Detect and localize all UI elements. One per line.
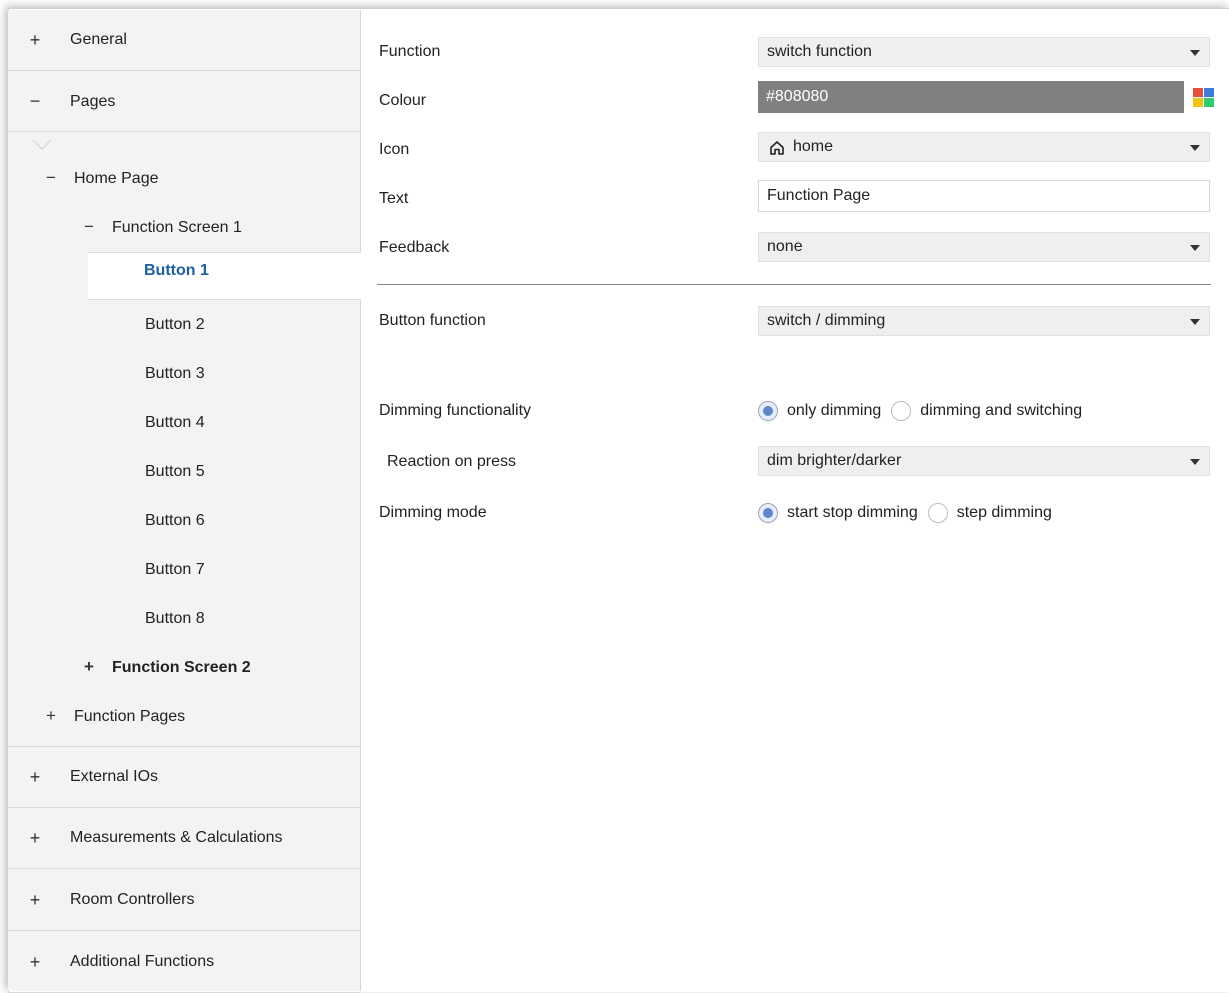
tree-item-button-2[interactable]: Button 2 — [145, 311, 205, 339]
collapse-icon: − — [29, 90, 41, 111]
tree-item-button-8[interactable]: Button 8 — [145, 605, 205, 633]
expand-icon: + — [29, 951, 41, 972]
sidebar-section-label: External IOs — [70, 768, 159, 785]
radio-only-dimming[interactable] — [758, 401, 778, 421]
sidebar-section-label: Additional Functions — [70, 953, 215, 970]
radio-label: step dimming — [956, 504, 1052, 521]
icon-value: home — [793, 138, 834, 155]
parameter-panel: Function switch function Colour #808080 … — [361, 10, 1229, 991]
section-pointer — [32, 139, 52, 150]
sidebar-section-label: Pages — [70, 93, 116, 110]
chevron-down-icon — [1190, 319, 1200, 325]
expand-icon: + — [46, 706, 56, 725]
expand-icon: + — [29, 889, 41, 910]
dimming-mode-radio-group: start stop dimming step dimming — [758, 499, 1062, 527]
tree-item-label: Function Screen 1 — [112, 219, 242, 236]
tree-item-label: Home Page — [74, 170, 159, 187]
home-icon — [770, 141, 784, 155]
radio-label: dimming and switching — [920, 402, 1083, 419]
sidebar-section-additional-functions[interactable]: + Additional Functions — [8, 932, 360, 993]
color-palette-icon[interactable] — [1193, 88, 1215, 108]
collapse-icon: − — [46, 168, 56, 187]
chevron-down-icon — [1190, 50, 1200, 56]
feedback-label: Feedback — [379, 239, 450, 256]
tree-item-home-page[interactable]: − Home Page — [44, 164, 159, 192]
sidebar-section-pages[interactable]: − Pages — [8, 71, 360, 132]
expand-icon: + — [84, 657, 94, 676]
function-value: switch function — [767, 43, 872, 60]
tree-item-button-4[interactable]: Button 4 — [145, 409, 205, 437]
dimming-functionality-radio-group: only dimming dimming and switching — [758, 397, 1092, 425]
chevron-down-icon — [1190, 245, 1200, 251]
text-label: Text — [379, 190, 409, 207]
function-select[interactable]: switch function — [758, 37, 1210, 67]
feedback-select[interactable]: none — [758, 232, 1210, 262]
tree-item-button-3[interactable]: Button 3 — [145, 360, 205, 388]
sidebar-section-external-ios[interactable]: + External IOs — [8, 746, 360, 808]
tree-item-function-screen-1[interactable]: − Function Screen 1 — [82, 213, 242, 241]
tree-item-label: Function Pages — [74, 708, 186, 725]
reaction-on-press-label: Reaction on press — [387, 453, 516, 470]
text-value: Function Page — [767, 187, 871, 204]
button-function-select[interactable]: switch / dimming — [758, 306, 1210, 336]
sidebar-section-label: Room Controllers — [70, 891, 195, 908]
tree-item-label: Function Screen 2 — [112, 659, 251, 676]
sidebar-section-room-controllers[interactable]: + Room Controllers — [8, 870, 360, 931]
tree-item-function-pages[interactable]: + Function Pages — [44, 702, 185, 730]
radio-step-dimming[interactable] — [927, 503, 948, 523]
tree-item-function-screen-2[interactable]: + Function Screen 2 — [82, 653, 251, 681]
icon-label: Icon — [379, 141, 410, 158]
reaction-on-press-value: dim brighter/darker — [767, 452, 902, 469]
text-input[interactable]: Function Page — [758, 180, 1210, 212]
tree-item-button-6[interactable]: Button 6 — [145, 507, 205, 535]
dimming-mode-label: Dimming mode — [379, 504, 487, 521]
feedback-value: none — [767, 238, 803, 255]
collapse-icon: − — [84, 217, 94, 236]
expand-icon: + — [29, 29, 41, 50]
radio-dimming-and-switching[interactable] — [891, 401, 912, 421]
tree-item-button-1[interactable]: Button 1 — [88, 252, 370, 300]
expand-icon: + — [29, 766, 41, 787]
button-function-value: switch / dimming — [767, 312, 886, 329]
sidebar: + General − Pages − Home Page − Function S… — [8, 10, 370, 993]
expand-icon: + — [29, 827, 41, 848]
radio-label: start stop dimming — [787, 504, 918, 521]
colour-field[interactable]: #808080 — [758, 81, 1184, 113]
tree-item-button-7[interactable]: Button 7 — [145, 556, 205, 584]
reaction-on-press-select[interactable]: dim brighter/darker — [758, 446, 1210, 476]
icon-select[interactable]: home — [758, 132, 1210, 162]
colour-label: Colour — [379, 92, 427, 109]
radio-start-stop-dimming[interactable] — [758, 503, 778, 523]
radio-label: only dimming — [787, 402, 882, 419]
chevron-down-icon — [1190, 459, 1200, 465]
tree-item-button-5[interactable]: Button 5 — [145, 458, 205, 486]
section-divider — [377, 284, 1211, 285]
dimming-functionality-label: Dimming functionality — [379, 402, 532, 419]
sidebar-section-general[interactable]: + General — [8, 10, 360, 71]
button-function-label: Button function — [379, 312, 486, 329]
tree-item-label: Button 1 — [144, 262, 209, 279]
colour-value: #808080 — [766, 88, 829, 105]
sidebar-section-label: General — [70, 31, 127, 48]
sidebar-section-label: Measurements & Calculations — [70, 829, 283, 846]
chevron-down-icon — [1190, 145, 1200, 151]
sidebar-section-measurements[interactable]: + Measurements & Calculations — [8, 808, 360, 869]
function-label: Function — [379, 43, 441, 60]
